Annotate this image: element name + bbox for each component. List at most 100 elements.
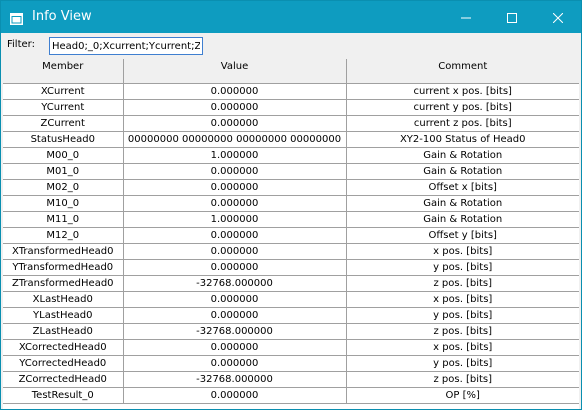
member-cell[interactable]: M02_0 [3, 179, 124, 196]
table-row[interactable]: M10_0 0.000000 Gain & Rotation [3, 195, 579, 212]
table-row[interactable]: ZTransformedHead0 -32768.000000 z pos. [bi… [3, 275, 579, 292]
value-cell[interactable]: 0.000000 [123, 259, 347, 276]
value-cell[interactable]: 0.000000 [123, 355, 347, 372]
table-row[interactable]: StatusHead0 00000000 00000000 00000000 00… [3, 131, 579, 148]
table-row[interactable]: XCurrent 0.000000 current x pos. [bits] [3, 83, 579, 100]
comment-cell[interactable]: Offset x [bits] [346, 179, 579, 196]
member-cell[interactable]: YTransformedHead0 [3, 259, 124, 276]
title-bar[interactable]: Info View [1, 1, 581, 33]
comment-cell[interactable]: current y pos. [bits] [346, 99, 579, 116]
table-body: XCurrent 0.000000 current x pos. [bits] YCu… [3, 83, 579, 404]
table-row[interactable]: M01_0 0.000000 Gain & Rotation [3, 163, 579, 180]
member-cell[interactable]: YCorrectedHead0 [3, 355, 124, 372]
comment-cell[interactable]: Gain & Rotation [346, 195, 579, 212]
value-cell[interactable]: 0.000000 [123, 163, 347, 180]
member-cell[interactable]: M00_0 [3, 147, 124, 164]
minimize-icon [461, 8, 471, 27]
comment-cell[interactable]: current z pos. [bits] [346, 115, 579, 132]
member-cell[interactable]: XCurrent [3, 83, 124, 100]
value-cell[interactable]: 0.000000 [123, 291, 347, 308]
value-cell[interactable]: 00000000 00000000 00000000 00000000 [123, 131, 347, 148]
table-row[interactable]: YCurrent 0.000000 current y pos. [bits] [3, 99, 579, 116]
comment-cell[interactable]: x pos. [bits] [346, 339, 579, 356]
member-cell[interactable]: ZCorrectedHead0 [3, 371, 124, 388]
filter-bar: Filter: [1, 33, 581, 59]
comment-cell[interactable]: x pos. [bits] [346, 243, 579, 260]
member-cell[interactable]: M10_0 [3, 195, 124, 212]
member-cell[interactable]: M01_0 [3, 163, 124, 180]
value-cell[interactable]: 0.000000 [123, 195, 347, 212]
value-cell[interactable]: -32768.000000 [123, 275, 347, 292]
value-cell[interactable]: -32768.000000 [123, 371, 347, 388]
member-cell[interactable]: M12_0 [3, 227, 124, 244]
value-cell[interactable]: 0.000000 [123, 243, 347, 260]
value-cell[interactable]: 0.000000 [123, 227, 347, 244]
comment-cell[interactable]: Gain & Rotation [346, 211, 579, 228]
member-cell[interactable]: YCurrent [3, 99, 124, 116]
member-cell[interactable]: YLastHead0 [3, 307, 124, 324]
value-cell[interactable]: 0.000000 [123, 387, 347, 404]
value-cell[interactable]: 1.000000 [123, 211, 347, 228]
table-row[interactable]: M00_0 1.000000 Gain & Rotation [3, 147, 579, 164]
member-cell[interactable]: StatusHead0 [3, 131, 124, 148]
table-row[interactable]: M11_0 1.000000 Gain & Rotation [3, 211, 579, 228]
table-row[interactable]: M12_0 0.000000 Offset y [bits] [3, 227, 579, 244]
value-cell[interactable]: 0.000000 [123, 99, 347, 116]
comment-cell[interactable]: x pos. [bits] [346, 291, 579, 308]
member-cell[interactable]: XLastHead0 [3, 291, 124, 308]
column-header-member[interactable]: Member [3, 59, 124, 84]
value-cell[interactable]: 0.000000 [123, 339, 347, 356]
table-row[interactable]: XTransformedHead0 0.000000 x pos. [bits] [3, 243, 579, 260]
filter-input[interactable] [49, 37, 203, 55]
members-table: Member Value Comment XCurrent 0.000000 cur… [3, 59, 579, 404]
window-title: Info View [32, 9, 92, 24]
value-cell[interactable]: 0.000000 [123, 307, 347, 324]
maximize-icon [507, 8, 517, 27]
comment-cell[interactable]: Gain & Rotation [346, 147, 579, 164]
table-row[interactable]: ZCorrectedHead0 -32768.000000 z pos. [bits… [3, 371, 579, 388]
comment-cell[interactable]: z pos. [bits] [346, 323, 579, 340]
column-header-value[interactable]: Value [123, 59, 347, 84]
table-row[interactable]: YTransformedHead0 0.000000 y pos. [bits] [3, 259, 579, 276]
comment-cell[interactable]: OP [%] [346, 387, 579, 404]
maximize-button[interactable] [489, 1, 535, 33]
value-cell[interactable]: 1.000000 [123, 147, 347, 164]
header-row: Member Value Comment [3, 59, 579, 84]
filter-label: Filter: [7, 39, 35, 50]
comment-cell[interactable]: y pos. [bits] [346, 259, 579, 276]
member-cell[interactable]: TestResult_0 [3, 387, 124, 404]
comment-cell[interactable]: Offset y [bits] [346, 227, 579, 244]
close-button[interactable] [535, 1, 581, 33]
value-cell[interactable]: -32768.000000 [123, 323, 347, 340]
comment-cell[interactable]: y pos. [bits] [346, 307, 579, 324]
comment-cell[interactable]: Gain & Rotation [346, 163, 579, 180]
table-row[interactable]: ZLastHead0 -32768.000000 z pos. [bits] [3, 323, 579, 340]
table-row[interactable]: M02_0 0.000000 Offset x [bits] [3, 179, 579, 196]
table-row[interactable]: YCorrectedHead0 0.000000 y pos. [bits] [3, 355, 579, 372]
value-cell[interactable]: 0.000000 [123, 179, 347, 196]
table-row[interactable]: ZCurrent 0.000000 current z pos. [bits] [3, 115, 579, 132]
table-row[interactable]: TestResult_0 0.000000 OP [%] [3, 387, 579, 404]
value-cell[interactable]: 0.000000 [123, 83, 347, 100]
member-cell[interactable]: ZTransformedHead0 [3, 275, 124, 292]
info-view-window: Info View Filter: Head0;_0;Xcurrent;Ycur… [0, 0, 582, 410]
member-cell[interactable]: ZCurrent [3, 115, 124, 132]
member-cell[interactable]: XTransformedHead0 [3, 243, 124, 260]
value-cell[interactable]: 0.000000 [123, 115, 347, 132]
info-grid[interactable]: Member Value Comment XCurrent 0.000000 cur… [3, 59, 579, 409]
minimize-button[interactable] [443, 1, 489, 33]
comment-cell[interactable]: current x pos. [bits] [346, 83, 579, 100]
table-row[interactable]: XCorrectedHead0 0.000000 x pos. [bits] [3, 339, 579, 356]
member-cell[interactable]: M11_0 [3, 211, 124, 228]
member-cell[interactable]: XCorrectedHead0 [3, 339, 124, 356]
comment-cell[interactable]: XY2-100 Status of Head0 [346, 131, 579, 148]
table-row[interactable]: YLastHead0 0.000000 y pos. [bits] [3, 307, 579, 324]
comment-cell[interactable]: y pos. [bits] [346, 355, 579, 372]
member-cell[interactable]: ZLastHead0 [3, 323, 124, 340]
comment-cell[interactable]: z pos. [bits] [346, 275, 579, 292]
table-row[interactable]: XLastHead0 0.000000 x pos. [bits] [3, 291, 579, 308]
comment-cell[interactable]: z pos. [bits] [346, 371, 579, 388]
window-icon [10, 10, 23, 25]
column-header-comment[interactable]: Comment [346, 59, 579, 84]
close-icon [552, 8, 564, 27]
